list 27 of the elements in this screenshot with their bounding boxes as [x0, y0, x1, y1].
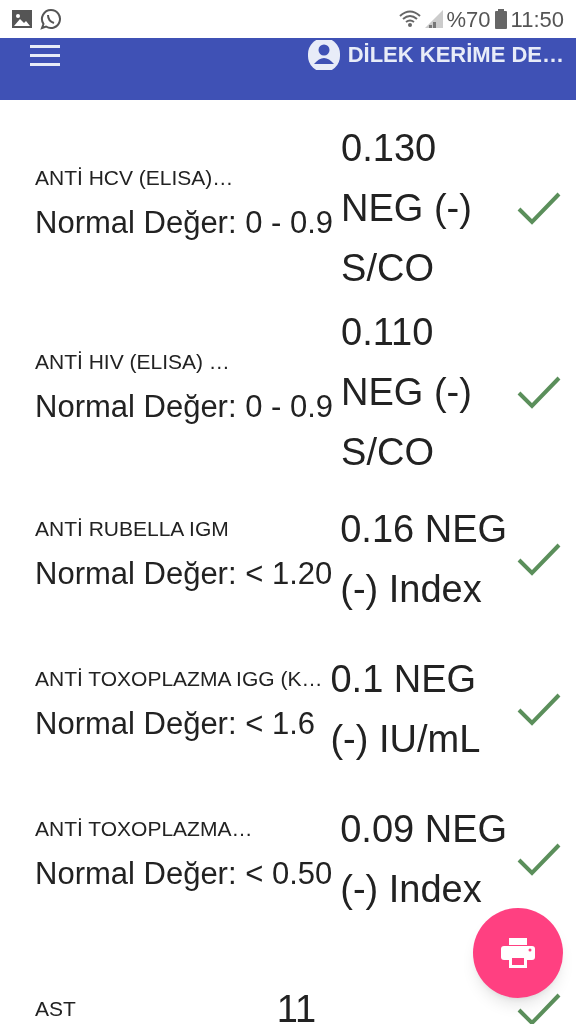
result-value: 11: [276, 987, 317, 1024]
test-name: AST: [35, 996, 76, 1022]
printer-icon: [501, 938, 535, 968]
image-icon: [12, 10, 32, 28]
result-value: 0.16 NEG (-) Index: [340, 507, 509, 612]
normal-range: Normal Değer: 0 - 0.9: [35, 388, 334, 426]
battery-icon: [494, 9, 507, 29]
test-name: ANTİ HIV (ELISA) …: [35, 349, 231, 375]
test-name: ANTİ RUBELLA IGM: [35, 516, 230, 542]
test-name: ANTİ TOXOPLAZMA…: [35, 816, 254, 842]
test-name: ANTİ TOXOPLAZMA IGG (K…: [35, 666, 323, 692]
test-name: ANTİ HCV (ELISA)…: [35, 165, 235, 191]
normal-range: Normal Değer: < 1.20: [35, 555, 333, 593]
user-name[interactable]: DİLEK KERİME DE…: [347, 38, 564, 71]
result-value: 0.110 NEG (-) S/CO: [341, 310, 473, 475]
chat-icon: [40, 8, 62, 30]
wifi-icon: [398, 10, 421, 28]
normal-range: Normal Değer: < 1.6: [35, 705, 316, 743]
battery-percent: %70: [446, 5, 491, 34]
result-value: 0.130 NEG (-) S/CO: [341, 126, 473, 291]
clock-time: 11:50: [510, 5, 564, 34]
signal-icon: [424, 10, 443, 28]
normal-range: Normal Değer: 0 - 0.9: [35, 204, 334, 242]
menu-icon[interactable]: [30, 45, 60, 67]
result-value: 0.1 NEG (-) IU/mL: [330, 657, 482, 762]
result-value: 0.09 NEG (-) Index: [340, 807, 509, 912]
normal-range: Normal Değer: < 0.50: [35, 855, 333, 893]
